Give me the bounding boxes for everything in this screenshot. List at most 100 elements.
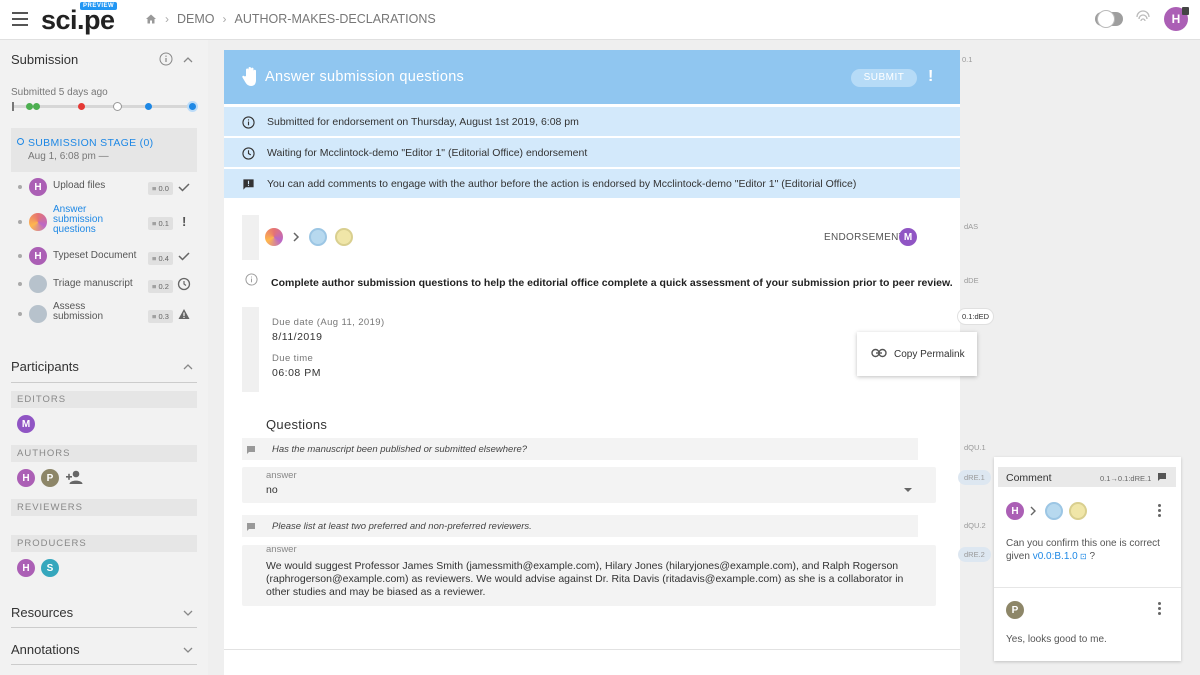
info-text: Submitted for endorsement on Thursday, A… (267, 116, 579, 128)
chevron-up-icon[interactable] (183, 362, 193, 372)
step-bullet (18, 185, 22, 189)
info-icon[interactable] (159, 52, 173, 66)
step-label[interactable]: Assess submission (53, 302, 123, 322)
rail-tag[interactable]: 0.1 (962, 55, 972, 64)
progress-current-dot[interactable] (187, 101, 198, 112)
step-avatar: H (29, 178, 47, 196)
stage-icon (17, 138, 24, 145)
copy-permalink-item[interactable]: Copy Permalink (894, 349, 965, 360)
check-icon (178, 183, 190, 192)
divider (11, 627, 197, 628)
answer-label: answer (266, 544, 297, 555)
instructions: Complete author submission questions to … (271, 277, 953, 289)
rail-pill[interactable]: dRE.2 (958, 547, 991, 562)
rail-pill[interactable]: dRE.1 (958, 470, 991, 485)
divider (11, 382, 197, 383)
chevron-right-icon (1030, 506, 1036, 516)
role-editors: EDITORS (11, 391, 197, 408)
due-date-input[interactable]: 8/11/2019 (272, 331, 322, 343)
endorser-badge-icon[interactable] (335, 228, 353, 246)
alert-icon: ! (182, 214, 187, 229)
annotations-heading[interactable]: Annotations (11, 642, 80, 657)
dropdown-arrow-icon[interactable] (903, 487, 913, 493)
lock-icon (1182, 7, 1189, 15)
question-text: Has the manuscript been published or sub… (272, 444, 528, 455)
hamburger-menu-icon[interactable] (12, 12, 28, 26)
progress-dot[interactable] (78, 103, 85, 110)
step-label[interactable]: Typeset Document (53, 251, 136, 261)
due-card-edge (242, 307, 259, 392)
submitted-status: Submitted 5 days ago (11, 87, 108, 98)
comment-icon (243, 179, 254, 190)
permalink-menu: Copy Permalink (857, 332, 977, 376)
breadcrumb-project[interactable]: AUTHOR-MAKES-DECLARATIONS (235, 12, 436, 26)
endorser-badge-icon[interactable] (1069, 502, 1087, 520)
permalink-pill[interactable]: 0.1:dED (958, 309, 994, 324)
progress-dot[interactable] (145, 103, 152, 110)
comment-title: Comment (1006, 472, 1052, 484)
clock-icon (177, 277, 191, 291)
due-time-input[interactable]: 06:08 PM (272, 367, 321, 379)
participant-avatar[interactable]: M (17, 415, 35, 433)
info-text: Waiting for Mcclintock-demo "Editor 1" (… (267, 147, 588, 159)
divider (11, 664, 197, 665)
step-avatar-badge (29, 213, 47, 231)
more-options-icon[interactable] (1158, 602, 1162, 616)
rail-tag[interactable]: dQU.2 (964, 521, 986, 530)
answer-select[interactable] (242, 467, 936, 503)
progress-dot[interactable] (33, 103, 40, 110)
progress-start-marker (12, 102, 14, 111)
stage-title[interactable]: SUBMISSION STAGE (0) (28, 137, 153, 149)
step-label[interactable]: Triage manuscript (53, 279, 133, 289)
comment-avatar[interactable]: P (1006, 601, 1024, 619)
link-icon (871, 348, 887, 358)
resources-heading[interactable]: Resources (11, 605, 73, 620)
step-label[interactable]: Upload files (53, 181, 105, 191)
comment-icon[interactable] (246, 522, 256, 532)
info-row: You can add comments to engage with the … (224, 168, 960, 198)
chevron-down-icon[interactable] (183, 608, 193, 618)
answer-value[interactable]: no (266, 484, 278, 496)
step-version: ≡ 0.3 (148, 310, 173, 323)
rail-tag[interactable]: dDE (964, 276, 979, 285)
step-avatar: H (29, 247, 47, 265)
info-row: Waiting for Mcclintock-demo "Editor 1" (… (224, 137, 960, 167)
answer-value[interactable]: We would suggest Professor James Smith (… (266, 560, 926, 599)
chevron-up-icon[interactable] (183, 55, 193, 65)
submit-button[interactable]: SUBMIT (851, 69, 917, 87)
rail-tag[interactable]: dQU.1 (964, 443, 986, 452)
workflow-chain (265, 228, 353, 246)
comment-link[interactable]: v0.0:B.1.0 (1033, 551, 1078, 562)
add-person-icon[interactable] (65, 469, 83, 485)
rail-tag[interactable]: dAS (964, 222, 978, 231)
organization-badge-icon[interactable] (309, 228, 327, 246)
more-options-icon[interactable] (1158, 504, 1162, 518)
comment-icon[interactable] (246, 445, 256, 455)
participant-avatar[interactable]: H (17, 559, 35, 577)
progress-dot[interactable] (113, 102, 122, 111)
due-date-label: Due date (Aug 11, 2019) (272, 317, 385, 328)
comment-icon (1158, 473, 1166, 481)
comment-ref[interactable]: 0.1→0.1:dRE.1 (1100, 474, 1151, 483)
info-icon (242, 116, 255, 129)
chevron-down-icon[interactable] (183, 645, 193, 655)
step-bullet (18, 282, 22, 286)
step-bullet (18, 312, 22, 316)
participant-avatar[interactable]: H (17, 469, 35, 487)
endorser-avatar[interactable]: M (899, 228, 917, 246)
fingerprint-icon[interactable] (1133, 8, 1153, 28)
step-label-active[interactable]: Answer submission questions (53, 205, 123, 235)
home-icon[interactable] (145, 13, 157, 25)
stage-badge-icon[interactable] (265, 228, 283, 246)
divider (224, 649, 960, 650)
toggle-knob[interactable] (1097, 10, 1115, 28)
comment-avatar[interactable]: H (1006, 502, 1024, 520)
step-version: ≡ 0.0 (148, 182, 173, 195)
comment-text-part: ? (1089, 551, 1095, 562)
participant-avatar[interactable]: P (41, 469, 59, 487)
organization-badge-icon[interactable] (1045, 502, 1063, 520)
participant-avatar[interactable]: S (41, 559, 59, 577)
progress-dot[interactable] (26, 103, 33, 110)
role-authors: AUTHORS (11, 445, 197, 462)
breadcrumb-demo[interactable]: DEMO (177, 12, 215, 26)
